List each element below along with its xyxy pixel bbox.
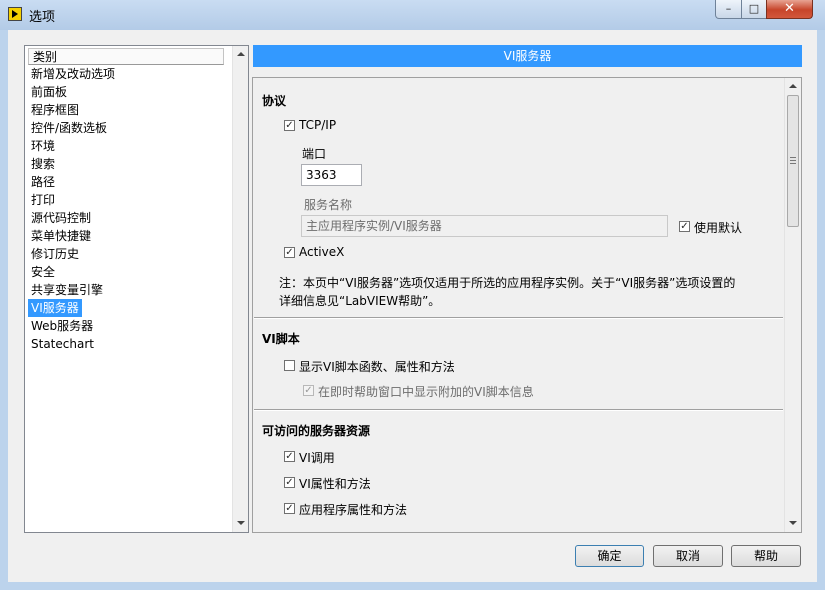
scroll-up-arrow-icon[interactable] [789, 84, 797, 88]
close-button[interactable]: ✕ [766, 0, 813, 19]
note-line-2: 详细信息见“LabVIEW帮助”。 [279, 294, 441, 308]
category-row: 新增及改动选项 [28, 65, 228, 83]
vi-scripting-heading: VI脚本 [262, 332, 300, 346]
service-name-label: 服务名称 [304, 198, 353, 212]
category-item[interactable]: 环境 [28, 137, 58, 155]
scroll-down-arrow-icon[interactable] [789, 521, 797, 525]
category-row: VI服务器 [28, 299, 228, 317]
category-row: Statechart [28, 335, 228, 353]
category-row: 环境 [28, 137, 228, 155]
category-row: 打印 [28, 191, 228, 209]
app-properties-methods-checkbox[interactable]: ✓ [284, 503, 295, 514]
scroll-down-arrow-icon[interactable] [237, 521, 245, 525]
grip-line [790, 160, 796, 161]
grip-line [790, 157, 796, 158]
settings-scrollbar[interactable] [784, 78, 801, 532]
ok-button[interactable]: 确定 [575, 545, 644, 567]
cancel-button[interactable]: 取消 [653, 545, 723, 567]
category-item[interactable]: 菜单快捷键 [28, 227, 94, 245]
settings-content-panel: 协议 ✓ TCP/IP 端口 3363 服务名称 主应用程序实例/VI服务器 ✓… [252, 77, 802, 533]
settings-scroll-area: 协议 ✓ TCP/IP 端口 3363 服务名称 主应用程序实例/VI服务器 ✓… [253, 78, 784, 532]
tcp-ip-label: TCP/IP [299, 118, 337, 132]
category-item[interactable]: 控件/函数选板 [28, 119, 110, 137]
vi-calls-checkbox[interactable]: ✓ [284, 451, 295, 462]
category-item[interactable]: 修订历史 [28, 245, 82, 263]
category-list-panel: 类别 新增及改动选项 前面板 程序框图 控件/函数选板 环境 搜索 路径 打印 源代码控制 菜单快… [24, 45, 249, 533]
note-line-1: 注：本页中“VI服务器”选项仅适用于所选的应用程序实例。关于“VI服务器”选项设… [279, 276, 736, 290]
category-row: 程序框图 [28, 101, 228, 119]
vi-properties-methods-checkbox[interactable]: ✓ [284, 477, 295, 488]
maximize-button[interactable]: □ [741, 0, 767, 19]
app-properties-methods-label: 应用程序属性和方法 [299, 503, 408, 517]
category-item[interactable]: 源代码控制 [28, 209, 94, 227]
section-divider [254, 317, 783, 319]
category-items: 新增及改动选项 前面板 程序框图 控件/函数选板 环境 搜索 路径 打印 源代码控制 菜单快捷键修… [28, 65, 228, 353]
category-row: 修订历史 [28, 245, 228, 263]
category-list-scrollbar[interactable] [232, 46, 248, 532]
category-row: 菜单快捷键 [28, 227, 228, 245]
category-item[interactable]: VI服务器 [28, 299, 82, 317]
category-item[interactable]: 搜索 [28, 155, 58, 173]
category-row: 共享变量引擎 [28, 281, 228, 299]
context-help-scripting-label: 在即时帮助窗口中显示附加的VI脚本信息 [318, 385, 534, 399]
category-item[interactable]: 路径 [28, 173, 58, 191]
activex-checkbox[interactable]: ✓ [284, 247, 295, 258]
labview-app-icon [8, 7, 22, 21]
scroll-up-arrow-icon[interactable] [237, 52, 245, 56]
category-item[interactable]: Statechart [28, 335, 97, 353]
category-item[interactable]: Web服务器 [28, 317, 96, 335]
category-list: 类别 新增及改动选项 前面板 程序框图 控件/函数选板 环境 搜索 路径 打印 源代码控制 菜单快… [25, 46, 232, 532]
protocol-heading: 协议 [262, 94, 287, 108]
grip-line [790, 163, 796, 164]
context-help-scripting-checkbox[interactable]: ✓ [303, 385, 314, 396]
window-title: 选项 [29, 10, 56, 25]
service-name-input[interactable]: 主应用程序实例/VI服务器 [301, 215, 668, 237]
show-scripting-label: 显示VI脚本函数、属性和方法 [299, 360, 455, 374]
category-item[interactable]: 共享变量引擎 [28, 281, 106, 299]
category-row: 安全 [28, 263, 228, 281]
section-divider [254, 409, 783, 411]
category-row: 前面板 [28, 83, 228, 101]
use-default-label: 使用默认 [694, 221, 743, 235]
category-item[interactable]: 新增及改动选项 [28, 65, 118, 83]
help-button[interactable]: 帮助 [731, 545, 801, 567]
section-title: VI服务器 [253, 45, 802, 67]
category-row: 控件/函数选板 [28, 119, 228, 137]
vi-properties-methods-label: VI属性和方法 [299, 477, 371, 491]
category-item[interactable]: 打印 [28, 191, 58, 209]
title-bar: 选项 – □ ✕ [0, 0, 825, 30]
minimize-button[interactable]: – [715, 0, 742, 19]
use-default-checkbox[interactable]: ✓ [679, 221, 690, 232]
accessible-resources-heading: 可访问的服务器资源 [262, 424, 371, 438]
tcp-ip-checkbox[interactable]: ✓ [284, 120, 295, 131]
category-row: 搜索 [28, 155, 228, 173]
category-item[interactable]: 前面板 [28, 83, 70, 101]
port-input[interactable]: 3363 [301, 164, 362, 186]
category-row: 源代码控制 [28, 209, 228, 227]
vi-calls-label: VI调用 [299, 451, 335, 465]
category-list-header[interactable]: 类别 [28, 48, 224, 65]
scrollbar-thumb[interactable] [787, 95, 799, 227]
dialog-client-area: 类别 新增及改动选项 前面板 程序框图 控件/函数选板 环境 搜索 路径 打印 源代码控制 菜单快… [8, 30, 817, 582]
category-row: 路径 [28, 173, 228, 191]
show-scripting-checkbox[interactable] [284, 360, 295, 371]
port-label: 端口 [302, 147, 327, 161]
category-row: Web服务器 [28, 317, 228, 335]
category-item[interactable]: 程序框图 [28, 101, 82, 119]
activex-label: ActiveX [299, 245, 345, 259]
category-item[interactable]: 安全 [28, 263, 58, 281]
